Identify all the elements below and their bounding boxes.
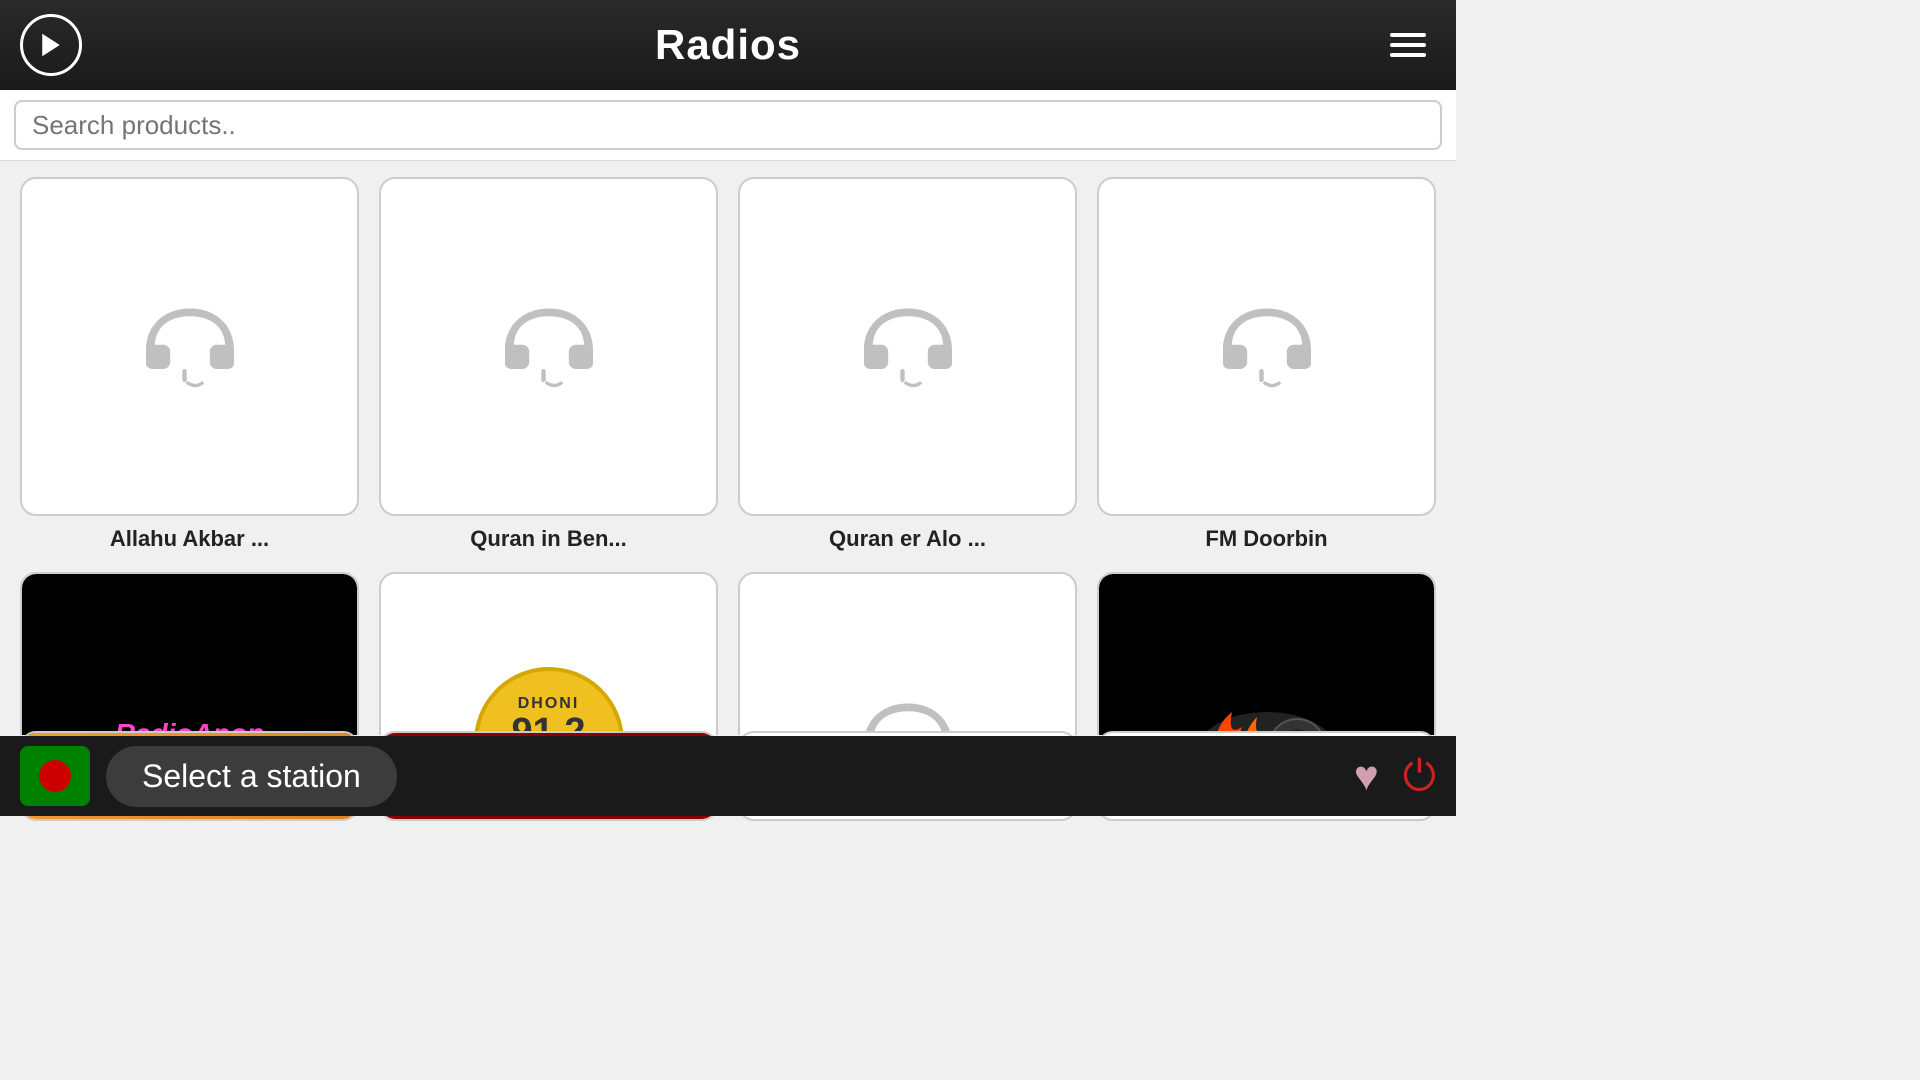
headphone-icon [494, 292, 604, 402]
flag-circle [39, 760, 71, 792]
headphone-icon [135, 292, 245, 402]
station-card-dhoni-912fm[interactable]: DHONI 91.2 fm সুর গান আড্ডা Dhoni 91.2fm… [379, 572, 718, 735]
headphone-icon [853, 687, 963, 736]
menu-line-2 [1390, 43, 1426, 47]
menu-line-3 [1390, 53, 1426, 57]
power-button-icon[interactable]: ⏻ [1403, 752, 1436, 801]
select-station-button[interactable]: Select a station [106, 746, 397, 807]
menu-line-1 [1390, 33, 1426, 37]
page-title: Radios [655, 21, 801, 69]
station-label-fm-doorbin: FM Doorbin [1205, 526, 1327, 552]
station-label-quran-in-ben: Quran in Ben... [470, 526, 626, 552]
favorite-heart-icon[interactable]: ♥ [1354, 752, 1379, 800]
headphone-icon [853, 292, 963, 402]
station-image-fm-2fun: radio 2Fun [1097, 572, 1436, 735]
search-bar [0, 90, 1456, 161]
bottom-bar: Select a station ♥ ⏻ [0, 736, 1456, 816]
station-image-allahu-akbar [20, 177, 359, 516]
menu-button[interactable] [1380, 23, 1436, 67]
station-card-online-gaan[interactable]: Online Gaan ... [738, 572, 1077, 735]
station-card-quran-er-alo[interactable]: Quran er Alo ... [738, 177, 1077, 552]
station-card-fm-2fun[interactable]: radio 2Fun FM 2Fun [1097, 572, 1436, 735]
station-image-fm-apon: RadioApon Bangla Online Radio [20, 572, 359, 735]
dhoni-brand: DHONI [518, 695, 580, 713]
station-label-quran-er-alo: Quran er Alo ... [829, 526, 986, 552]
station-image-dhoni-912fm: DHONI 91.2 fm সুর গান আড্ডা [379, 572, 718, 735]
headphone-icon [1212, 292, 1322, 402]
2fun-logo-svg: radio 2Fun [1177, 682, 1357, 736]
station-card-quran-in-ben[interactable]: Quran in Ben... [379, 177, 718, 552]
search-input[interactable] [14, 100, 1442, 150]
station-card-fm-apon[interactable]: RadioApon Bangla Online Radio FM Apon [20, 572, 359, 735]
station-label-allahu-akbar: Allahu Akbar ... [110, 526, 269, 552]
select-station-text: Select a station [142, 758, 361, 794]
station-image-quran-er-alo [738, 177, 1077, 516]
station-card-fm-doorbin[interactable]: FM Doorbin [1097, 177, 1436, 552]
flag-button[interactable] [20, 746, 90, 806]
play-button[interactable] [20, 14, 82, 76]
bottom-right-controls: ♥ ⏻ [1354, 752, 1436, 801]
station-image-online-gaan [738, 572, 1077, 735]
station-image-quran-in-ben [379, 177, 718, 516]
station-grid: Allahu Akbar ... Quran in Ben... Quran e… [0, 161, 1456, 735]
station-image-fm-doorbin [1097, 177, 1436, 516]
station-card-allahu-akbar[interactable]: Allahu Akbar ... [20, 177, 359, 552]
header: Radios [0, 0, 1456, 90]
